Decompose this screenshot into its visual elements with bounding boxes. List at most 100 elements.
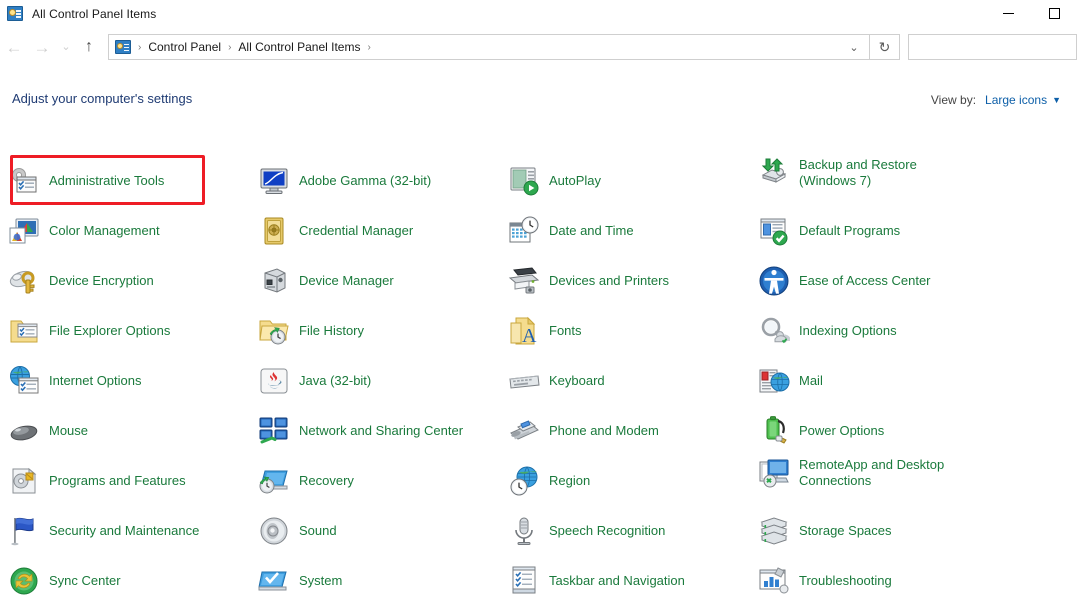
control-panel-item-device-manager[interactable]: Device Manager [258, 265, 498, 297]
control-panel-item-label: Device Encryption [49, 273, 154, 288]
window-controls [985, 0, 1077, 27]
control-panel-item-label: File History [299, 323, 365, 338]
control-panel-item-security-and-maintenance[interactable]: Security and Maintenance [8, 515, 248, 547]
control-panel-item-java-32-bit[interactable]: Java (32-bit) [258, 365, 498, 397]
control-panel-item-label: Sound [299, 523, 337, 538]
control-panel-item-label: System [299, 573, 343, 588]
control-panel-item-label: Security and Maintenance [49, 523, 200, 538]
color-management-icon [8, 215, 40, 247]
fonts-icon: A [508, 315, 540, 347]
breadcrumb-separator: › [138, 41, 142, 53]
chevron-down-icon[interactable]: ⌄ [839, 35, 869, 59]
control-panel-item-credential-manager[interactable]: Credential Manager [258, 215, 498, 247]
content-area: Adjust your computer's settings View by:… [0, 64, 1077, 595]
control-panel-item-recovery[interactable]: Recovery [258, 465, 498, 497]
breadcrumb-separator-trailing[interactable]: › [360, 42, 377, 53]
control-panel-item-region[interactable]: Region [508, 465, 748, 497]
forward-icon[interactable]: → [28, 32, 56, 62]
devices-printers-icon [508, 265, 540, 297]
adobe-gamma-icon [258, 165, 290, 197]
control-panel-item-label: Ease of Access Center [799, 273, 931, 288]
administrative-tools-icon [8, 165, 40, 197]
control-panel-item-label: Fonts [549, 323, 582, 338]
default-programs-icon [758, 215, 790, 247]
control-panel-item-mouse[interactable]: Mouse [8, 415, 248, 447]
control-panel-item-storage-spaces[interactable]: Storage Spaces [758, 515, 998, 547]
window-title: All Control Panel Items [32, 6, 157, 21]
control-panel-item-fonts[interactable]: A Fonts [508, 315, 748, 347]
control-panel-item-date-and-time[interactable]: Date and Time [508, 215, 748, 247]
control-panel-item-label: RemoteApp and Desktop Connections [799, 457, 945, 488]
maximize-button[interactable] [1031, 0, 1077, 27]
security-maintenance-icon [8, 515, 40, 547]
control-panel-item-power-options[interactable]: Power Options [758, 415, 998, 447]
control-panel-item-speech-recognition[interactable]: Speech Recognition [508, 515, 748, 547]
control-panel-item-phone-and-modem[interactable]: Phone and Modem [508, 415, 748, 447]
control-panel-item-color-management[interactable]: Color Management [8, 215, 248, 247]
search-input[interactable] [908, 34, 1077, 60]
control-panel-item-sync-center[interactable]: Sync Center [8, 565, 248, 597]
address-bar[interactable]: › Control Panel › All Control Panel Item… [108, 34, 870, 60]
breadcrumb-control-panel-icon[interactable] [115, 40, 131, 54]
troubleshooting-icon [758, 565, 790, 597]
control-panel-item-administrative-tools[interactable]: Administrative Tools [8, 165, 248, 197]
device-encryption-icon [8, 265, 40, 297]
speech-recognition-icon [508, 515, 540, 547]
file-explorer-options-icon [8, 315, 40, 347]
control-panel-item-troubleshooting[interactable]: Troubleshooting [758, 565, 998, 597]
minimize-button[interactable] [985, 0, 1031, 27]
control-panel-item-label: Taskbar and Navigation [549, 573, 685, 588]
control-panel-item-label: File Explorer Options [49, 323, 171, 338]
window-titlebar: All Control Panel Items [0, 0, 1077, 27]
storage-spaces-icon [758, 515, 790, 547]
control-panel-item-label: Mouse [49, 423, 89, 438]
control-panel-item-label: Network and Sharing Center [299, 423, 464, 438]
mouse-icon [8, 415, 40, 447]
control-panel-item-internet-options[interactable]: Internet Options [8, 365, 248, 397]
back-icon[interactable]: ← [0, 32, 28, 62]
control-panel-item-label: Backup and Restore (Windows 7) [799, 157, 917, 188]
control-panel-item-label: Indexing Options [799, 323, 897, 338]
control-panel-item-devices-and-printers[interactable]: Devices and Printers [508, 265, 748, 297]
control-panel-item-default-programs[interactable]: Default Programs [758, 215, 998, 247]
control-panel-item-programs-and-features[interactable]: Programs and Features [8, 465, 248, 497]
control-panel-item-remoteapp-and-desktop-connections[interactable]: RemoteApp and Desktop Connections [758, 457, 998, 489]
control-panel-item-label: Mail [799, 373, 823, 388]
control-panel-item-system[interactable]: System [258, 565, 498, 597]
breadcrumb-item-control-panel[interactable]: Control Panel [148, 40, 221, 54]
control-panel-item-device-encryption[interactable]: Device Encryption [8, 265, 248, 297]
taskbar-navigation-icon [508, 565, 540, 597]
remoteapp-icon [758, 457, 790, 489]
control-panel-item-label: Phone and Modem [549, 423, 659, 438]
navigation-bar: ← → ⌄ ↑ › Control Panel › All Control Pa… [0, 30, 1077, 64]
control-panel-item-network-and-sharing-center[interactable]: Network and Sharing Center [258, 415, 498, 447]
control-panel-item-ease-of-access-center[interactable]: Ease of Access Center [758, 265, 998, 297]
power-options-icon [758, 415, 790, 447]
control-panel-item-taskbar-and-navigation[interactable]: Taskbar and Navigation [508, 565, 748, 597]
refresh-icon[interactable]: ↻ [870, 34, 900, 60]
device-manager-icon [258, 265, 290, 297]
credential-manager-icon [258, 215, 290, 247]
programs-features-icon [8, 465, 40, 497]
control-panel-item-mail[interactable]: Mail [758, 365, 998, 397]
control-panel-item-autoplay[interactable]: AutoPlay [508, 165, 748, 197]
control-panel-item-label: Device Manager [299, 273, 394, 288]
up-icon[interactable]: ↑ [76, 32, 102, 62]
control-panel-item-indexing-options[interactable]: Indexing Options [758, 315, 998, 347]
sound-icon [258, 515, 290, 547]
control-panel-item-keyboard[interactable]: Keyboard [508, 365, 748, 397]
control-panel-item-sound[interactable]: Sound [258, 515, 498, 547]
control-panel-item-label: Date and Time [549, 223, 634, 238]
control-panel-item-label: Troubleshooting [799, 573, 892, 588]
control-panel-item-label: AutoPlay [549, 173, 602, 188]
control-panel-item-label: Region [549, 473, 591, 488]
control-panel-item-adobe-gamma-32-bit[interactable]: Adobe Gamma (32-bit) [258, 165, 498, 197]
control-panel-item-file-explorer-options[interactable]: File Explorer Options [8, 315, 248, 347]
breadcrumb-item-all-control-panel-items[interactable]: All Control Panel Items [238, 40, 360, 54]
control-panel-item-label: Storage Spaces [799, 523, 892, 538]
internet-options-icon [8, 365, 40, 397]
control-panel-items-grid: Administrative Tools Color Management Devi… [0, 64, 1077, 595]
control-panel-item-backup-and-restore-windows-7[interactable]: Backup and Restore (Windows 7) [758, 157, 998, 189]
recent-locations-icon[interactable]: ⌄ [56, 32, 76, 62]
control-panel-item-file-history[interactable]: File History [258, 315, 498, 347]
